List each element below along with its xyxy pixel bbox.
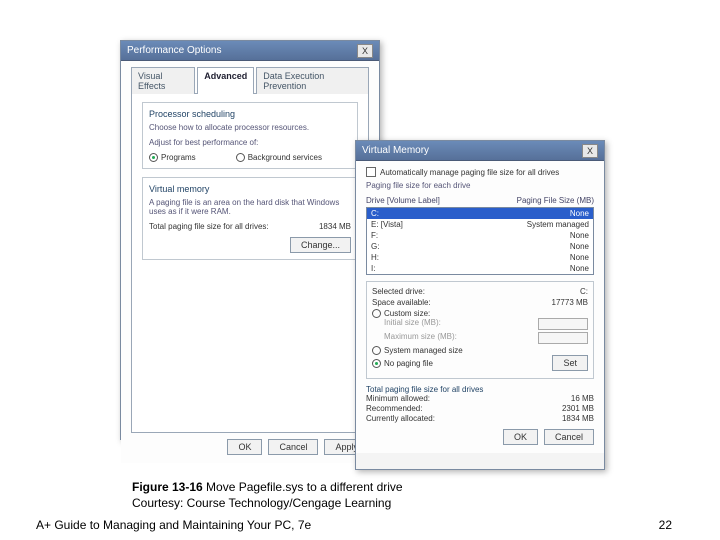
radio-programs[interactable]: Programs bbox=[149, 153, 196, 162]
checkbox-icon bbox=[366, 167, 376, 177]
drive-row: C:None bbox=[367, 208, 593, 219]
ok-button[interactable]: OK bbox=[503, 429, 538, 445]
selected-drive-value: C: bbox=[580, 287, 588, 296]
cancel-button[interactable]: Cancel bbox=[268, 439, 318, 455]
processor-scheduling-title: Processor scheduling bbox=[149, 109, 351, 119]
drive-row: H:None bbox=[367, 252, 593, 263]
cancel-button[interactable]: Cancel bbox=[544, 429, 594, 445]
vmem-titlebar: Virtual Memory X bbox=[356, 141, 604, 161]
figure-courtesy: Courtesy: Course Technology/Cengage Lear… bbox=[132, 496, 403, 512]
set-button[interactable]: Set bbox=[552, 355, 588, 371]
space-available-value: 17773 MB bbox=[552, 298, 588, 307]
change-button[interactable]: Change... bbox=[290, 237, 351, 253]
performance-options-dialog: Performance Options X Visual Effects Adv… bbox=[120, 40, 380, 440]
totals-title: Total paging file size for all drives bbox=[366, 385, 594, 394]
tab-visual-effects[interactable]: Visual Effects bbox=[131, 67, 195, 94]
adjust-label: Adjust for best performance of: bbox=[149, 138, 351, 147]
total-paging-label: Total paging file size for all drives: bbox=[149, 222, 269, 231]
radio-custom-size[interactable]: Custom size: bbox=[372, 309, 588, 318]
vm-group-text: A paging file is an area on the hard dis… bbox=[149, 198, 351, 216]
drive-row: F:None bbox=[367, 230, 593, 241]
total-paging-value: 1834 MB bbox=[319, 222, 351, 231]
radio-dot-icon bbox=[372, 309, 381, 318]
col-size-label: Paging File Size (MB) bbox=[476, 196, 594, 205]
col-drive-label: Drive [Volume Label] bbox=[366, 196, 476, 205]
space-available-label: Space available: bbox=[372, 298, 431, 307]
currently-allocated-label: Currently allocated: bbox=[366, 414, 435, 423]
page-number: 22 bbox=[659, 518, 672, 532]
radio-dot-icon bbox=[149, 153, 158, 162]
selected-drive-label: Selected drive: bbox=[372, 287, 425, 296]
drive-list[interactable]: C:None E: [Vista]System managed F:None G… bbox=[366, 207, 594, 275]
maximum-size-label: Maximum size (MB): bbox=[384, 332, 457, 344]
radio-dot-icon bbox=[372, 346, 381, 355]
figure-caption: Figure 13-16 Move Pagefile.sys to a diff… bbox=[132, 480, 403, 511]
footer-text: A+ Guide to Managing and Maintaining You… bbox=[36, 518, 311, 532]
virtual-memory-group: Virtual memory A paging file is an area … bbox=[142, 177, 358, 260]
recommended-label: Recommended: bbox=[366, 404, 422, 413]
maximum-size-field[interactable] bbox=[538, 332, 588, 344]
bg-label: Background services bbox=[248, 153, 322, 162]
auto-manage-checkbox[interactable]: Automatically manage paging file size fo… bbox=[366, 167, 594, 177]
radio-dot-icon bbox=[236, 153, 245, 162]
each-drive-label: Paging file size for each drive bbox=[366, 181, 594, 190]
radio-dot-icon bbox=[372, 359, 381, 368]
radio-background-services[interactable]: Background services bbox=[236, 153, 322, 162]
currently-allocated-value: 1834 MB bbox=[562, 414, 594, 423]
minimum-value: 16 MB bbox=[571, 394, 594, 403]
processor-scheduling-group: Processor scheduling Choose how to alloc… bbox=[142, 102, 358, 169]
tab-dep[interactable]: Data Execution Prevention bbox=[256, 67, 369, 94]
radio-system-managed[interactable]: System managed size bbox=[372, 346, 588, 355]
totals-group: Total paging file size for all drives Mi… bbox=[366, 385, 594, 423]
perf-titlebar: Performance Options X bbox=[121, 41, 379, 61]
radio-no-paging-file[interactable]: No paging file bbox=[372, 355, 433, 371]
programs-label: Programs bbox=[161, 153, 196, 162]
auto-manage-label: Automatically manage paging file size fo… bbox=[380, 168, 559, 177]
drive-row: G:None bbox=[367, 241, 593, 252]
tab-advanced[interactable]: Advanced bbox=[197, 67, 254, 94]
vmem-title: Virtual Memory bbox=[362, 145, 429, 156]
recommended-value: 2301 MB bbox=[562, 404, 594, 413]
processor-scheduling-text: Choose how to allocate processor resourc… bbox=[149, 123, 351, 132]
close-icon[interactable]: X bbox=[357, 44, 373, 58]
close-icon[interactable]: X bbox=[582, 144, 598, 158]
selected-drive-group: Selected drive: C: Space available: 17773 … bbox=[366, 281, 594, 379]
initial-size-label: Initial size (MB): bbox=[384, 318, 441, 330]
figure-number: Figure 13-16 bbox=[132, 480, 203, 494]
ok-button[interactable]: OK bbox=[227, 439, 262, 455]
vm-group-title: Virtual memory bbox=[149, 184, 351, 194]
drive-row: I:None bbox=[367, 263, 593, 274]
initial-size-field[interactable] bbox=[538, 318, 588, 330]
drive-row: E: [Vista]System managed bbox=[367, 219, 593, 230]
minimum-label: Minimum allowed: bbox=[366, 394, 430, 403]
figure-text: Move Pagefile.sys to a different drive bbox=[203, 480, 403, 494]
virtual-memory-dialog: Virtual Memory X Automatically manage pa… bbox=[355, 140, 605, 470]
perf-title: Performance Options bbox=[127, 45, 222, 56]
